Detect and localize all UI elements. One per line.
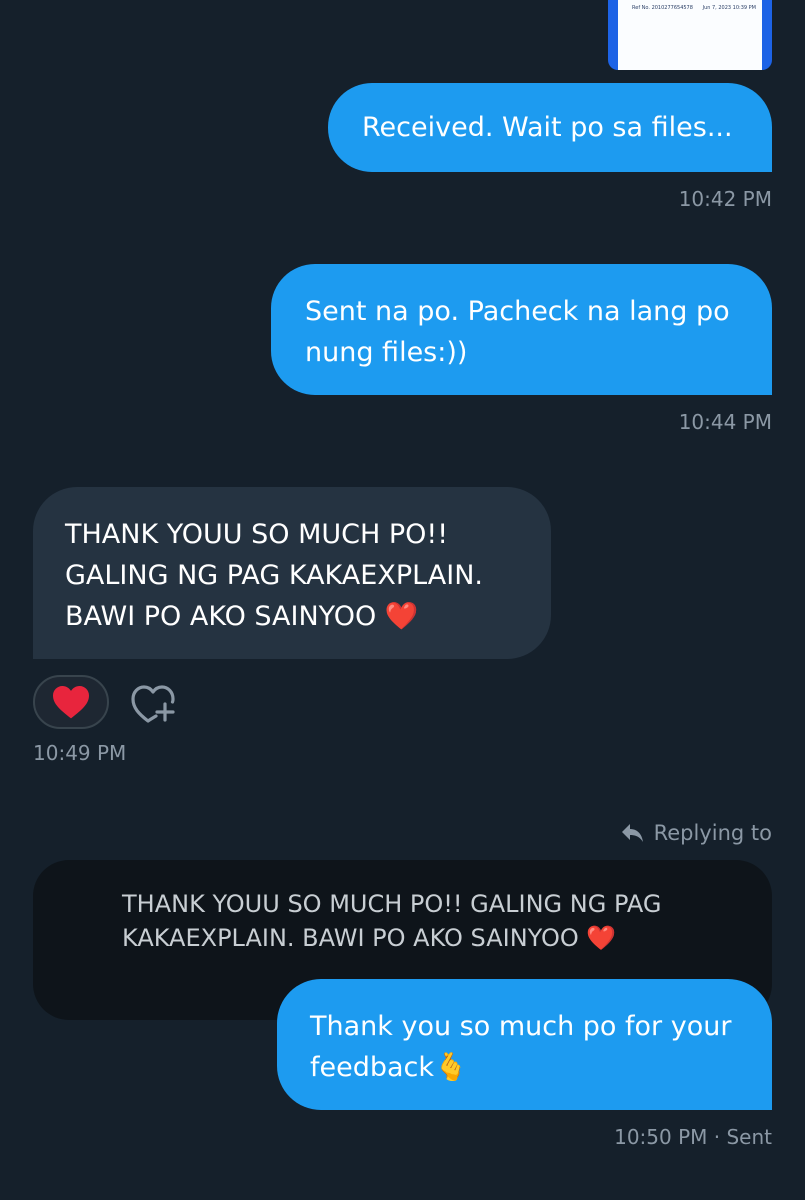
message-text-line: Thank you so much po for your <box>310 1011 732 1042</box>
reply-arrow-icon <box>621 824 643 842</box>
message-text-line: feedback🫰 <box>310 1052 468 1083</box>
message-bubble-sent[interactable]: Sent na po. Pacheck na lang po nung file… <box>271 264 772 395</box>
receipt-ref-number: Ref No. 2010277654578 <box>632 5 693 11</box>
message-timestamp-status: 10:50 PM · Sent <box>614 1125 772 1149</box>
quoted-text-line: KAKAEXPLAIN. BAWI PO AKO SAINYOO ❤️ <box>122 924 617 952</box>
replying-to-label: Replying to <box>620 821 772 845</box>
message-text-line: GALING NG PAG KAKAEXPLAIN. <box>65 560 483 591</box>
quoted-text-line: THANK YOUU SO MUCH PO!! GALING NG PAG <box>122 890 662 918</box>
replying-to-text: Replying to <box>653 821 772 845</box>
message-bubble-sent[interactable]: Received. Wait po sa files... <box>328 83 772 172</box>
message-timestamp: 10:44 PM <box>678 410 772 434</box>
reaction-badge[interactable] <box>33 675 109 729</box>
message-text-line: BAWI PO AKO SAINYOO ❤️ <box>65 601 419 632</box>
receipt-date: Jun 7, 2023 10:39 PM <box>702 5 756 11</box>
red-heart-icon <box>53 685 89 719</box>
message-text-line: Received. Wait po sa files... <box>362 112 733 143</box>
heart-plus-icon[interactable] <box>130 681 176 723</box>
receipt-image-attachment[interactable]: Ref No. 2010277654578 Jun 7, 2023 10:39 … <box>608 0 772 70</box>
message-timestamp: 10:42 PM <box>678 187 772 211</box>
message-bubble-sent[interactable]: Thank you so much po for your feedback🫰 <box>277 979 772 1110</box>
message-text-line: Sent na po. Pacheck na lang po <box>305 296 730 327</box>
message-text-line: THANK YOUU SO MUCH PO!! <box>65 519 449 550</box>
message-timestamp: 10:49 PM <box>33 741 127 765</box>
message-text-line: nung files:)) <box>305 337 468 368</box>
message-bubble-received[interactable]: THANK YOUU SO MUCH PO!! GALING NG PAG KA… <box>33 487 551 659</box>
receipt-image-content: Ref No. 2010277654578 Jun 7, 2023 10:39 … <box>618 0 762 70</box>
